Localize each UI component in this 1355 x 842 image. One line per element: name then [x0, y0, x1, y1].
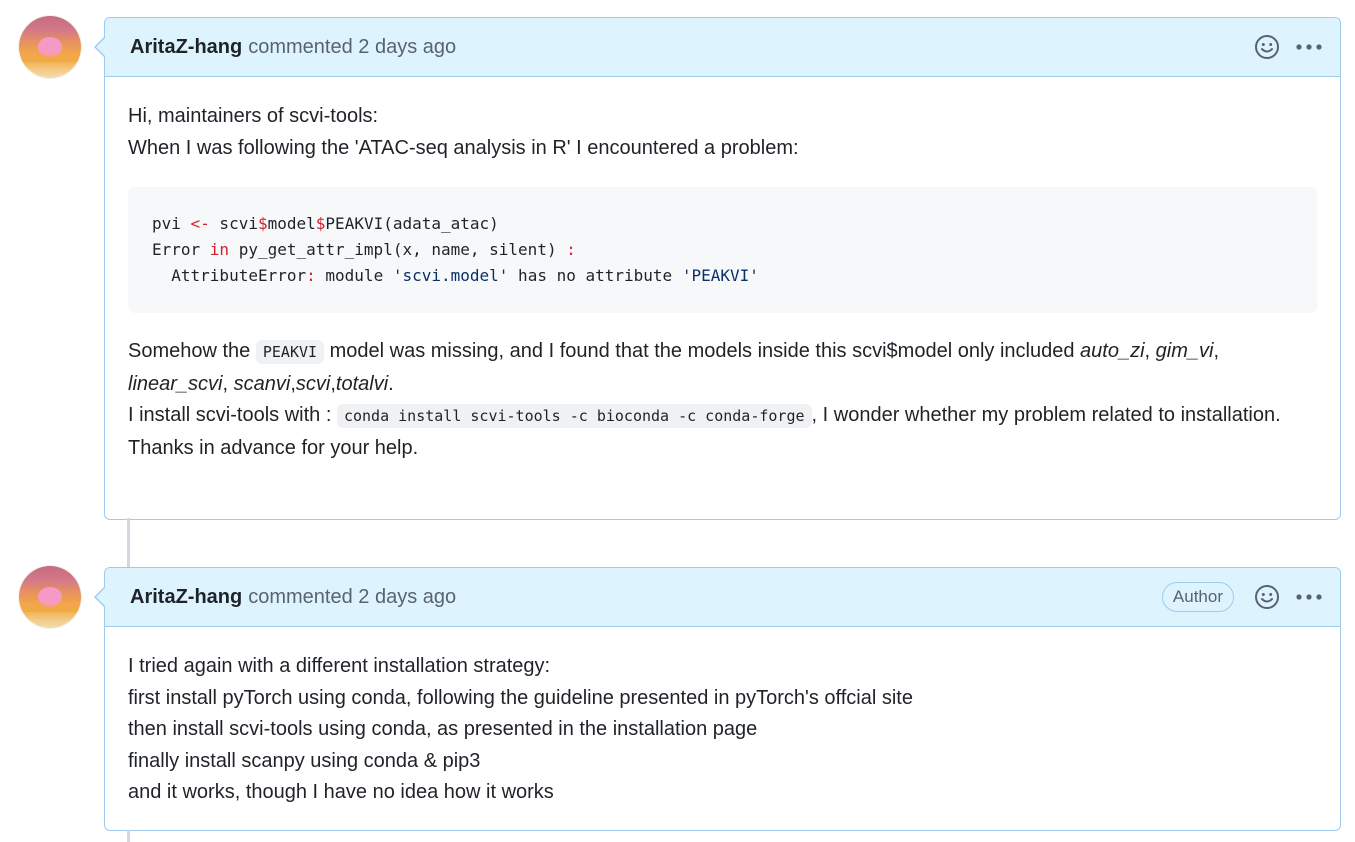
- text-line: Thanks in advance for your help.: [128, 436, 419, 459]
- code-token: has no attribute: [508, 266, 682, 286]
- model-name: totalvi: [335, 372, 389, 395]
- model-name: linear_scvi: [128, 372, 223, 395]
- comment-header: AritaZ-hang commented 2 days ago Author: [94, 568, 1340, 627]
- model-name: auto_zi: [1080, 340, 1145, 363]
- code-token: <-: [190, 214, 210, 234]
- comment-caret-inner: [96, 587, 106, 607]
- code-token: PEAKVI(adata_atac): [325, 214, 499, 234]
- timeline-connector: [127, 830, 130, 842]
- code-token: in: [209, 240, 230, 260]
- avatar-haze-shape: [19, 602, 81, 612]
- code-token: scvi: [209, 214, 258, 234]
- text-span: .: [388, 372, 394, 395]
- paragraph: Hi, maintainers of scvi-tools: When I wa…: [128, 101, 1317, 164]
- text-span: model was missing, and I found that the …: [324, 340, 1081, 363]
- comment-timestamp-link[interactable]: commented 2 days ago: [248, 586, 456, 609]
- comment-actions: [1250, 18, 1326, 76]
- paragraph: I tried again with a different installat…: [128, 651, 1317, 809]
- text-span: ,: [222, 372, 234, 395]
- kebab-horizontal-icon[interactable]: [1292, 30, 1326, 64]
- comment-timestamp-link[interactable]: commented 2 days ago: [248, 36, 456, 59]
- code-token: module: [315, 266, 393, 286]
- comment-header: AritaZ-hang commented 2 days ago: [94, 18, 1340, 77]
- text-span: Somehow the: [128, 340, 256, 363]
- paragraph: Somehow the PEAKVI model was missing, an…: [128, 336, 1317, 464]
- code-token: AttributeError: [152, 266, 307, 286]
- code-token: 'scvi.model': [392, 266, 509, 286]
- comment-card: AritaZ-hang commented 2 days ago Hi, mai…: [94, 17, 1341, 520]
- model-name: scvi: [295, 372, 331, 395]
- text-span: ,: [1144, 340, 1156, 363]
- avatar[interactable]: [19, 566, 81, 628]
- inline-code: PEAKVI: [255, 340, 325, 365]
- smiley-icon[interactable]: [1250, 30, 1284, 64]
- avatar-haze-shape: [19, 52, 81, 62]
- code-token: py_get_attr_impl(x, name, silent): [229, 240, 567, 260]
- code-token: pvi: [152, 214, 191, 234]
- comment-body: Hi, maintainers of scvi-tools: When I wa…: [105, 77, 1340, 485]
- code-block: pvi <- scvi$model$PEAKVI(adata_atac) Err…: [128, 187, 1317, 314]
- avatar[interactable]: [19, 16, 81, 78]
- comment-caret-inner: [96, 37, 106, 57]
- text-line: finally install scanpy using conda & pip…: [128, 749, 481, 772]
- comment-author-link[interactable]: AritaZ-hang: [130, 36, 242, 59]
- text-span: I install scvi-tools with :: [128, 404, 337, 427]
- text-line: first install pyTorch using conda, follo…: [128, 686, 913, 709]
- text-line: I tried again with a different installat…: [128, 655, 551, 677]
- code-token: $: [257, 214, 268, 234]
- text-line: Hi, maintainers of scvi-tools:: [128, 105, 379, 127]
- code-token: Error: [152, 240, 210, 260]
- author-badge: Author: [1161, 582, 1234, 612]
- model-name: gim_vi: [1155, 340, 1214, 363]
- code-token: :: [566, 240, 576, 260]
- comment-author-link[interactable]: AritaZ-hang: [130, 586, 242, 609]
- comment-body: I tried again with a different installat…: [105, 627, 1340, 829]
- timeline-connector: [127, 518, 130, 567]
- text-line: When I was following the 'ATAC-seq analy…: [128, 136, 799, 159]
- text-line: and it works, though I have no idea how …: [128, 781, 554, 804]
- text-span: ,: [1213, 340, 1219, 363]
- code-token: model: [267, 214, 316, 234]
- kebab-horizontal-icon[interactable]: [1292, 580, 1326, 614]
- inline-code: conda install scvi-tools -c bioconda -c …: [336, 404, 812, 429]
- code-token: 'PEAKVI': [681, 266, 759, 286]
- text-line: then install scvi-tools using conda, as …: [128, 718, 758, 741]
- text-span: , I wonder whether my problem related to…: [811, 404, 1281, 427]
- comment-actions: Author: [1161, 568, 1326, 626]
- code-token: $: [315, 214, 326, 234]
- smiley-icon[interactable]: [1250, 580, 1284, 614]
- comment-card: AritaZ-hang commented 2 days ago Author: [94, 567, 1341, 831]
- code-token: :: [306, 266, 316, 286]
- model-name: scanvi: [233, 372, 291, 395]
